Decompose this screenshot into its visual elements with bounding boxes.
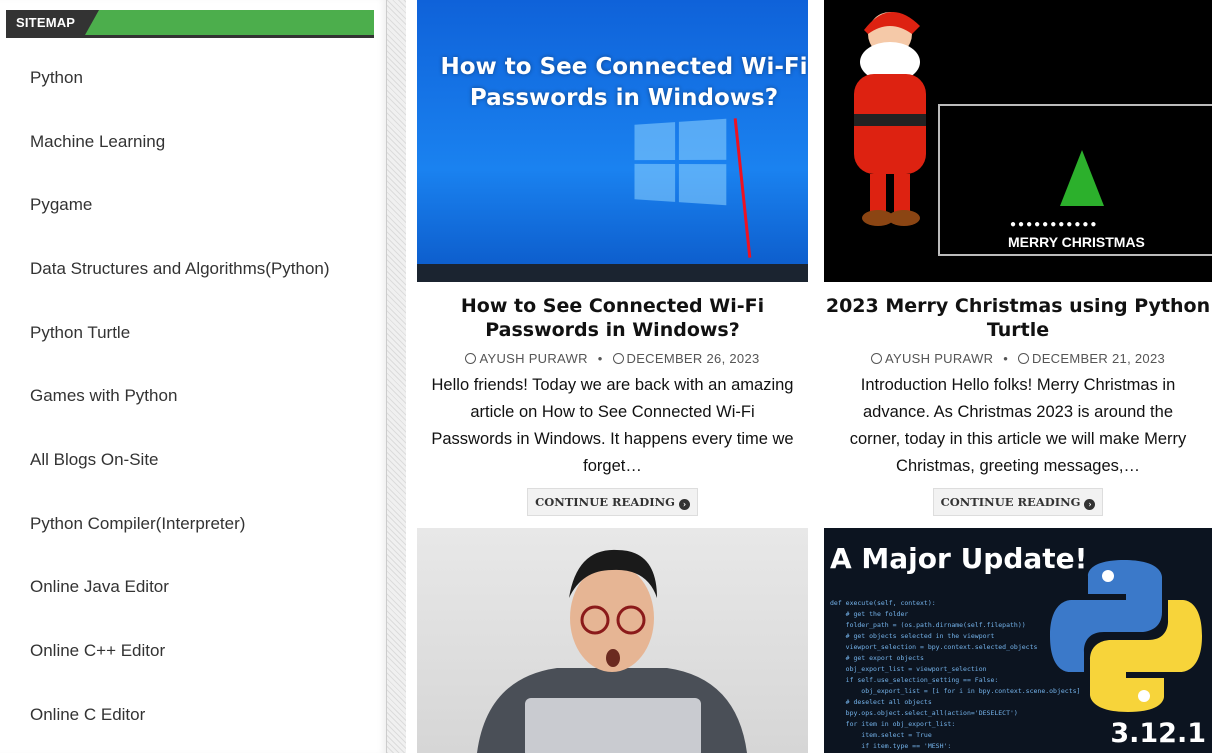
sitemap-link-python[interactable]: Python: [30, 68, 83, 88]
author-icon: [465, 353, 477, 364]
thumbnail-headline: A Major Update!: [830, 542, 1088, 575]
meta-separator: •: [597, 351, 603, 366]
post-meta: AYUSH PURAWR • DECEMBER 26, 2023: [417, 351, 808, 366]
post-meta: AYUSH PURAWR • DECEMBER 21, 2023: [824, 351, 1212, 366]
python-logo-icon: [1050, 560, 1202, 712]
windows-logo-icon: [634, 118, 727, 206]
red-arrow-icon: [733, 118, 752, 258]
sitemap-item: Data Structures and Algorithms(Python): [30, 237, 370, 301]
thumbnail-version: 3.12.1: [1110, 718, 1206, 749]
christmas-tree-icon: [1060, 150, 1104, 206]
taskbar-graphic: [417, 264, 808, 282]
sitemap-link-cpp-editor[interactable]: Online C++ Editor: [30, 641, 165, 661]
post-date: DECEMBER 21, 2023: [1032, 351, 1166, 366]
ornament-row-graphic: ●●●●●●●●●●●: [1010, 219, 1099, 230]
post-author[interactable]: AYUSH PURAWR: [479, 351, 587, 366]
sitemap-item: Online Java Editor: [30, 556, 370, 620]
sitemap-item: Python Compiler(Interpreter): [30, 492, 370, 556]
post-card: def execute(self, context): # get the fo…: [824, 528, 1212, 753]
post-thumbnail[interactable]: def execute(self, context): # get the fo…: [824, 528, 1212, 753]
sitemap-link-python-compiler[interactable]: Python Compiler(Interpreter): [30, 514, 245, 534]
sitemap-item: Python Turtle: [30, 301, 370, 365]
santa-icon: [854, 11, 926, 226]
post-thumbnail[interactable]: How to See Connected Wi-Fi Passwords in …: [417, 0, 808, 282]
sitemap-link-java-editor[interactable]: Online Java Editor: [30, 577, 169, 597]
surprised-person-icon: [477, 549, 747, 753]
sitemap-link-python-turtle[interactable]: Python Turtle: [30, 323, 130, 343]
sidebar: SITEMAP Python Machine Learning Pygame D…: [0, 0, 386, 753]
code-background-graphic: def execute(self, context): # get the fo…: [830, 599, 1081, 750]
continue-reading-button[interactable]: CONTINUE READING ›: [932, 488, 1104, 516]
sitemap-link-games[interactable]: Games with Python: [30, 386, 177, 406]
sitemap-link-all-blogs[interactable]: All Blogs On-Site: [30, 450, 159, 470]
post-date: DECEMBER 26, 2023: [626, 351, 760, 366]
post-author[interactable]: AYUSH PURAWR: [885, 351, 993, 366]
sitemap-item: Online C Editor: [30, 683, 370, 747]
sitemap-item: All Blogs On-Site: [30, 428, 370, 492]
meta-separator: •: [1003, 351, 1009, 366]
thumbnail-headline: MERRY CHRISTMAS: [1008, 234, 1145, 250]
continue-reading-button[interactable]: CONTINUE READING ›: [527, 488, 698, 516]
chevron-right-icon: ›: [1084, 499, 1096, 510]
continue-reading-label: CONTINUE READING: [535, 495, 675, 509]
sitemap-item: Pygame: [30, 173, 370, 237]
sitemap-link-c-editor[interactable]: Online C Editor: [30, 705, 145, 725]
sitemap-link-machine-learning[interactable]: Machine Learning: [30, 132, 165, 152]
post-thumbnail[interactable]: [417, 528, 808, 753]
continue-reading-label: CONTINUE READING: [940, 495, 1081, 509]
clock-icon: [1018, 353, 1030, 364]
post-title[interactable]: How to See Connected Wi-Fi Passwords in …: [417, 294, 808, 342]
thumbnail-headline: How to See Connected Wi-Fi Passwords in …: [440, 54, 808, 111]
sitemap-item: Online C++ Editor: [30, 619, 370, 683]
post-title[interactable]: 2023 Merry Christmas using Python Turtle: [824, 294, 1212, 342]
sitemap-link-dsa[interactable]: Data Structures and Algorithms(Python): [30, 259, 330, 279]
post-excerpt: Introduction Hello folks! Merry Christma…: [849, 376, 1187, 475]
author-icon: [870, 353, 882, 364]
post-excerpt: Hello friends! Today we are back with an…: [431, 376, 794, 475]
sitemap-widget-title: SITEMAP: [6, 10, 100, 35]
sitemap-item: Python: [30, 46, 370, 110]
chevron-right-icon: ›: [678, 499, 690, 510]
column-divider: [386, 0, 406, 753]
sitemap-item: Machine Learning: [30, 110, 370, 174]
sitemap-list: Python Machine Learning Pygame Data Stru…: [30, 46, 370, 747]
post-card: How to See Connected Wi-Fi Passwords in …: [417, 0, 808, 516]
post-card: [417, 528, 808, 753]
sitemap-item: Games with Python: [30, 364, 370, 428]
clock-icon: [612, 353, 624, 364]
sitemap-link-pygame[interactable]: Pygame: [30, 195, 92, 215]
post-thumbnail[interactable]: ●●●●●●●●●●● MERRY CHRISTMAS: [824, 0, 1212, 282]
sitemap-widget-header: SITEMAP: [6, 10, 374, 38]
post-card: ●●●●●●●●●●● MERRY CHRISTMAS 2023 Merry C…: [824, 0, 1212, 516]
